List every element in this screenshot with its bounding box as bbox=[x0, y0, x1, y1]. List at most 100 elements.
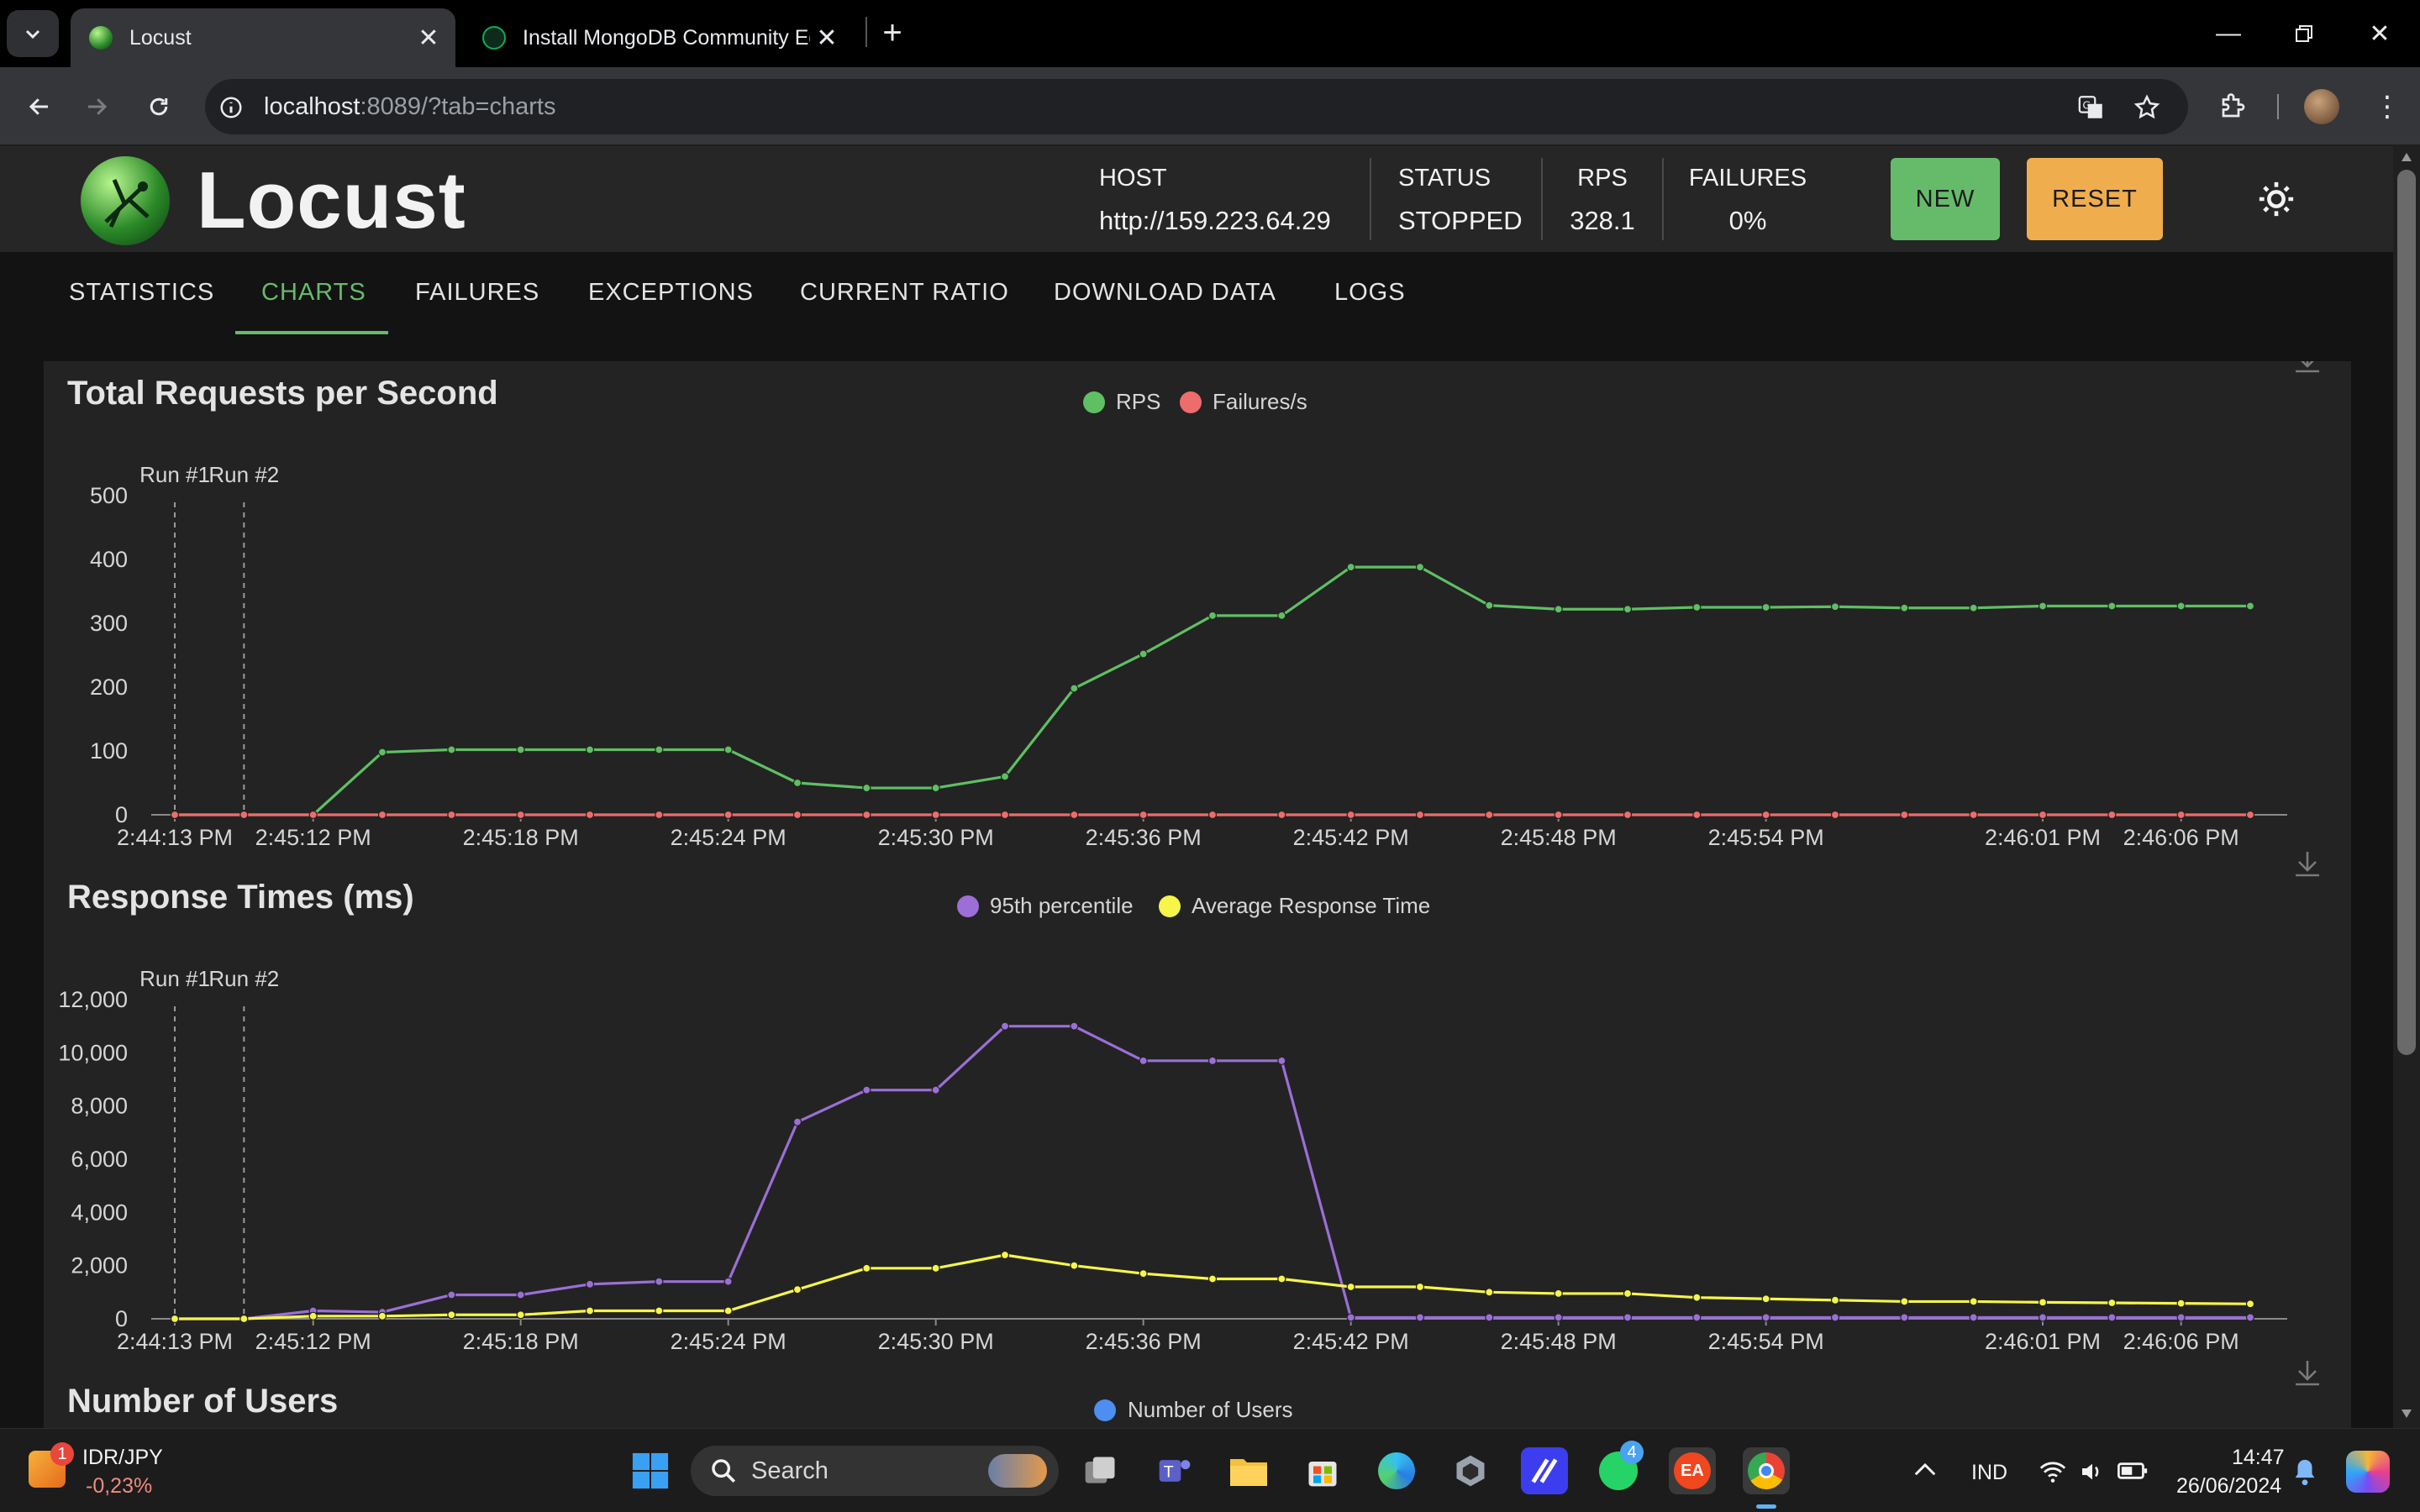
data-point bbox=[2176, 1299, 2186, 1308]
data-point bbox=[723, 1306, 733, 1315]
x-tick-label: 2:45:36 PM bbox=[1086, 825, 1202, 850]
windows-logo-icon bbox=[632, 1452, 669, 1489]
browser-tab-strip: Locust ✕ Install MongoDB Community Ed ✕ … bbox=[0, 0, 2420, 67]
data-point bbox=[1277, 611, 1286, 620]
data-point bbox=[516, 1290, 525, 1299]
app-slash-icon[interactable] bbox=[1521, 1447, 1568, 1494]
tab-logs[interactable]: LOGS bbox=[1334, 279, 1406, 307]
teams-icon[interactable]: T bbox=[1151, 1447, 1198, 1494]
data-point bbox=[1969, 810, 1978, 820]
tab-charts[interactable]: CHARTS bbox=[261, 279, 366, 307]
chevron-down-icon bbox=[25, 29, 40, 39]
copilot-icon[interactable] bbox=[2346, 1451, 2390, 1493]
reload-icon bbox=[150, 97, 168, 116]
wifi-icon[interactable] bbox=[2039, 1459, 2067, 1484]
ea-app-icon[interactable]: EA bbox=[1669, 1447, 1716, 1494]
ticker-name[interactable]: IDR/JPY bbox=[82, 1446, 163, 1470]
data-point bbox=[1000, 1250, 1010, 1260]
data-point bbox=[2107, 1313, 2117, 1322]
data-point bbox=[2245, 1299, 2255, 1309]
scroll-up-icon[interactable] bbox=[2400, 151, 2413, 163]
teams-glyph-icon: T bbox=[1159, 1460, 1191, 1482]
run-marker-label: Run #1 bbox=[139, 966, 210, 991]
bookmark-star-icon[interactable] bbox=[2133, 93, 2161, 122]
data-point bbox=[1139, 1269, 1148, 1278]
x-tick-label: 2:45:24 PM bbox=[671, 825, 786, 850]
download-arrow bbox=[2296, 1361, 2319, 1386]
tab-current-ratio[interactable]: CURRENT RATIO bbox=[800, 279, 1009, 307]
chevron-up-icon[interactable] bbox=[1912, 1459, 1938, 1479]
close-window-button[interactable]: ✕ bbox=[2346, 12, 2413, 55]
site-info-icon[interactable] bbox=[218, 95, 244, 120]
data-point bbox=[862, 1263, 871, 1273]
legend-label: Average Response Time bbox=[1192, 893, 1430, 918]
download-chart-icon bbox=[2296, 1361, 2319, 1386]
tab-failures[interactable]: FAILURES bbox=[415, 279, 539, 307]
tab-mongodb[interactable]: Install MongoDB Community Ed ✕ bbox=[464, 8, 854, 67]
download-chart-icon bbox=[2296, 852, 2319, 877]
toolbar-separator bbox=[2277, 94, 2279, 119]
battery-icon[interactable] bbox=[2118, 1461, 2148, 1481]
data-point bbox=[1761, 602, 1770, 612]
data-point bbox=[1761, 810, 1770, 820]
tab-statistics[interactable]: STATISTICS bbox=[69, 279, 214, 307]
forward-button[interactable] bbox=[77, 87, 116, 126]
tab-exceptions[interactable]: EXCEPTIONS bbox=[588, 279, 754, 307]
new-test-button[interactable]: NEW bbox=[1891, 158, 2000, 240]
back-button[interactable] bbox=[20, 87, 59, 126]
tab-locust[interactable]: Locust ✕ bbox=[71, 8, 455, 67]
restore-icon bbox=[2296, 25, 2312, 42]
data-point bbox=[1207, 1056, 1218, 1065]
legend-swatch bbox=[1094, 1399, 1116, 1421]
scroll-down-icon[interactable] bbox=[2400, 1408, 2413, 1420]
profile-avatar[interactable] bbox=[2304, 89, 2339, 124]
data-point bbox=[1830, 1313, 1840, 1322]
legend-label: RPS bbox=[1116, 389, 1160, 414]
reload-button[interactable] bbox=[139, 87, 178, 126]
input-language[interactable]: IND bbox=[1971, 1461, 2007, 1485]
volume-icon[interactable] bbox=[2079, 1459, 2106, 1484]
minimize-button[interactable]: — bbox=[2195, 12, 2262, 55]
notification-bell-icon[interactable] bbox=[2292, 1457, 2317, 1486]
data-point bbox=[1830, 602, 1840, 612]
theme-toggle-sun-icon[interactable] bbox=[2257, 180, 2296, 218]
x-tick-label: 2:46:01 PM bbox=[1985, 1329, 2101, 1354]
data-point bbox=[2038, 1298, 2048, 1307]
new-tab-button[interactable]: + bbox=[876, 13, 909, 52]
tab-search-button[interactable] bbox=[7, 10, 59, 57]
scrollbar-thumb[interactable] bbox=[2397, 170, 2416, 1055]
restore-button[interactable] bbox=[2270, 12, 2338, 55]
data-point bbox=[655, 1306, 664, 1315]
data-point bbox=[1415, 1282, 1425, 1292]
svg-text:G: G bbox=[2082, 99, 2091, 112]
taskbar-search-box[interactable]: Search bbox=[691, 1446, 1059, 1496]
tab-download-data[interactable]: DOWNLOAD DATA bbox=[1054, 279, 1276, 307]
translate-icon[interactable]: G bbox=[2077, 93, 2106, 122]
browser-menu-icon[interactable]: ⋮ bbox=[2373, 89, 2402, 124]
y-tick-label: 0 bbox=[115, 1306, 128, 1331]
edge-browser-icon[interactable] bbox=[1373, 1447, 1420, 1494]
data-point bbox=[2038, 810, 2048, 820]
extensions-puzzle-icon[interactable] bbox=[2218, 91, 2249, 121]
chrome-icon[interactable] bbox=[1743, 1447, 1790, 1494]
legend-swatch bbox=[1083, 391, 1105, 413]
run-marker-label: Run #1 bbox=[139, 462, 210, 487]
data-point bbox=[377, 1311, 387, 1320]
clock-time[interactable]: 14:47 bbox=[2232, 1446, 2285, 1470]
data-point bbox=[1761, 1294, 1770, 1304]
microsoft-store-icon[interactable] bbox=[1299, 1447, 1346, 1494]
reset-stats-button[interactable]: RESET bbox=[2027, 158, 2163, 240]
x-tick-label: 2:45:42 PM bbox=[1293, 825, 1409, 850]
data-point bbox=[447, 1290, 456, 1299]
close-tab-icon[interactable]: ✕ bbox=[810, 24, 844, 53]
data-point bbox=[2107, 601, 2117, 611]
windows-start-icon[interactable] bbox=[627, 1447, 674, 1494]
url-host: localhost bbox=[264, 92, 360, 120]
task-view-icon[interactable] bbox=[1077, 1447, 1124, 1494]
close-tab-icon[interactable]: ✕ bbox=[412, 24, 445, 53]
app-cube-icon[interactable] bbox=[1447, 1447, 1494, 1494]
clock-date[interactable]: 26/06/2024 bbox=[2176, 1474, 2281, 1499]
address-bar[interactable]: localhost:8089/?tab=charts G bbox=[205, 79, 2188, 134]
status-value: STOPPED bbox=[1398, 206, 1523, 235]
file-explorer-icon[interactable] bbox=[1225, 1447, 1272, 1494]
